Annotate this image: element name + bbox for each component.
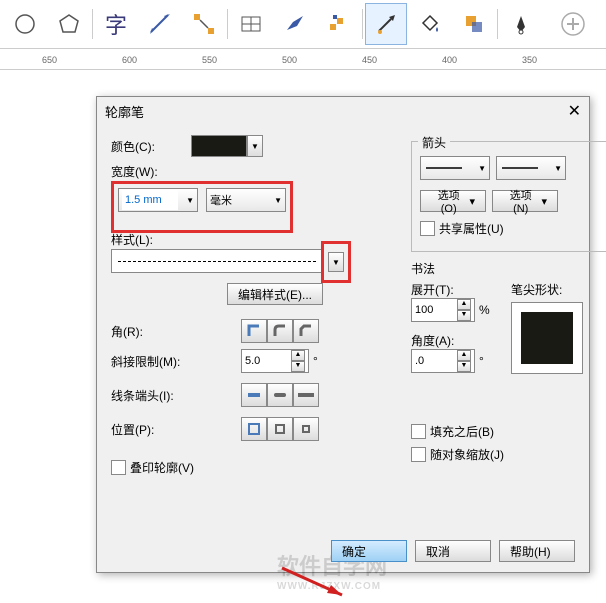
angle-label: 角度(A): xyxy=(411,332,501,349)
miter-label: 斜接限制(M): xyxy=(111,353,201,370)
arrow-end-combo[interactable]: ▼ xyxy=(496,156,566,180)
degree-unit: ° xyxy=(479,354,484,368)
chevron-down-icon: ▼ xyxy=(274,196,282,205)
arrows-group: 箭头 ▼ ▼ 选项(O) ▾ 选项(N) ▾ 共享属性(U) xyxy=(411,141,606,252)
polygon-tool[interactable] xyxy=(48,3,90,45)
nib-label: 笔尖形状: xyxy=(511,281,583,298)
cap-square-btn[interactable] xyxy=(293,383,319,407)
share-attrs-label: 共享属性(U) xyxy=(439,220,504,237)
style-label: 样式(L): xyxy=(111,231,153,248)
main-toolbar: 字 xyxy=(0,0,606,49)
style-preview[interactable] xyxy=(111,249,323,273)
percent-unit: % xyxy=(479,303,490,317)
degree-icon: ° xyxy=(313,354,318,368)
arrow-start-combo[interactable]: ▼ xyxy=(420,156,490,180)
dialog-title: 轮廓笔 xyxy=(105,102,144,121)
arrows-legend: 箭头 xyxy=(418,134,450,151)
table-tool[interactable] xyxy=(230,3,272,45)
spin-up-icon[interactable]: ▲ xyxy=(457,350,471,361)
behind-fill-label: 填充之后(B) xyxy=(430,423,494,440)
stretch-spinner[interactable]: 100 ▲▼ xyxy=(411,298,475,322)
pos-inside-btn[interactable] xyxy=(293,417,319,441)
color-bucket-tool[interactable] xyxy=(318,3,360,45)
connector-tool[interactable] xyxy=(183,3,225,45)
spin-down-icon[interactable]: ▼ xyxy=(291,361,305,372)
color-label: 颜色(C): xyxy=(111,138,191,155)
corner-round-btn[interactable] xyxy=(267,319,293,343)
nib-preview xyxy=(511,302,583,374)
ok-button[interactable]: 确定 xyxy=(331,540,407,562)
style-dropdown-highlight: ▼ xyxy=(321,241,351,283)
ellipse-tool[interactable] xyxy=(4,3,46,45)
annotation-arrow-icon xyxy=(277,563,357,603)
cap-round-btn[interactable] xyxy=(267,383,293,407)
corner-miter-btn[interactable] xyxy=(241,319,267,343)
spin-up-icon[interactable]: ▲ xyxy=(291,350,305,361)
arrow-options-right-button[interactable]: 选项(N) ▾ xyxy=(492,190,558,212)
overprint-checkbox[interactable] xyxy=(111,460,126,475)
cap-label: 线条端头(I): xyxy=(111,387,191,404)
position-label: 位置(P): xyxy=(111,421,191,438)
chevron-down-icon: ▼ xyxy=(186,196,194,205)
angle-value: .0 xyxy=(415,355,424,367)
dimension-tool[interactable] xyxy=(139,3,181,45)
stretch-label: 展开(T): xyxy=(411,281,501,298)
corner-label: 角(R): xyxy=(111,323,191,340)
text-tool[interactable]: 字 xyxy=(95,3,137,45)
outline-pen-dialog: 轮廓笔 ✕ 颜色(C): ▼ 宽度(W): ▼ 毫米 ▼ 样式(L): xyxy=(96,96,590,573)
spin-up-icon[interactable]: ▲ xyxy=(457,299,471,310)
cancel-button[interactable]: 取消 xyxy=(415,540,491,562)
style-dropdown[interactable]: ▼ xyxy=(328,252,344,272)
pos-center-btn[interactable] xyxy=(267,417,293,441)
pos-outside-btn[interactable] xyxy=(241,417,267,441)
callout-tool[interactable] xyxy=(274,3,316,45)
miter-value: 5.0 xyxy=(245,355,260,367)
width-input[interactable] xyxy=(122,190,178,210)
width-unit-combo[interactable]: 毫米 ▼ xyxy=(206,188,286,212)
width-label: 宽度(W): xyxy=(111,163,191,180)
spin-down-icon[interactable]: ▼ xyxy=(457,361,471,372)
edit-style-button[interactable]: 编辑样式(E)... xyxy=(227,283,323,305)
color-dropdown-icon[interactable]: ▼ xyxy=(247,135,263,157)
close-icon[interactable]: ✕ xyxy=(568,101,581,121)
horizontal-ruler: 650 600 550 500 450 400 350 xyxy=(0,49,606,70)
spin-down-icon[interactable]: ▼ xyxy=(457,310,471,321)
behind-fill-checkbox[interactable] xyxy=(411,424,426,439)
angle-spinner[interactable]: .0 ▲▼ xyxy=(411,349,475,373)
color-swatch[interactable] xyxy=(191,135,247,157)
add-tool[interactable] xyxy=(552,3,594,45)
stretch-value: 100 xyxy=(415,304,433,316)
transparency-tool[interactable] xyxy=(453,3,495,45)
scale-checkbox[interactable] xyxy=(411,447,426,462)
width-combo[interactable]: ▼ xyxy=(118,188,198,212)
eyedropper-tool[interactable] xyxy=(365,3,407,45)
width-unit-label: 毫米 xyxy=(210,192,232,208)
fill-tool[interactable] xyxy=(409,3,451,45)
width-highlight-box: ▼ 毫米 ▼ xyxy=(111,181,293,233)
scale-label: 随对象缩放(J) xyxy=(430,446,504,463)
cap-flat-btn[interactable] xyxy=(241,383,267,407)
overprint-label: 叠印轮廓(V) xyxy=(130,459,194,476)
share-attrs-checkbox[interactable] xyxy=(420,221,435,236)
miter-spinner[interactable]: 5.0 ▲▼ xyxy=(241,349,309,373)
arrow-options-left-button[interactable]: 选项(O) ▾ xyxy=(420,190,486,212)
calligraphy-legend: 书法 xyxy=(411,260,606,277)
pen-tool[interactable] xyxy=(500,3,542,45)
help-button[interactable]: 帮助(H) xyxy=(499,540,575,562)
corner-bevel-btn[interactable] xyxy=(293,319,319,343)
dialog-titlebar: 轮廓笔 ✕ xyxy=(97,97,589,125)
